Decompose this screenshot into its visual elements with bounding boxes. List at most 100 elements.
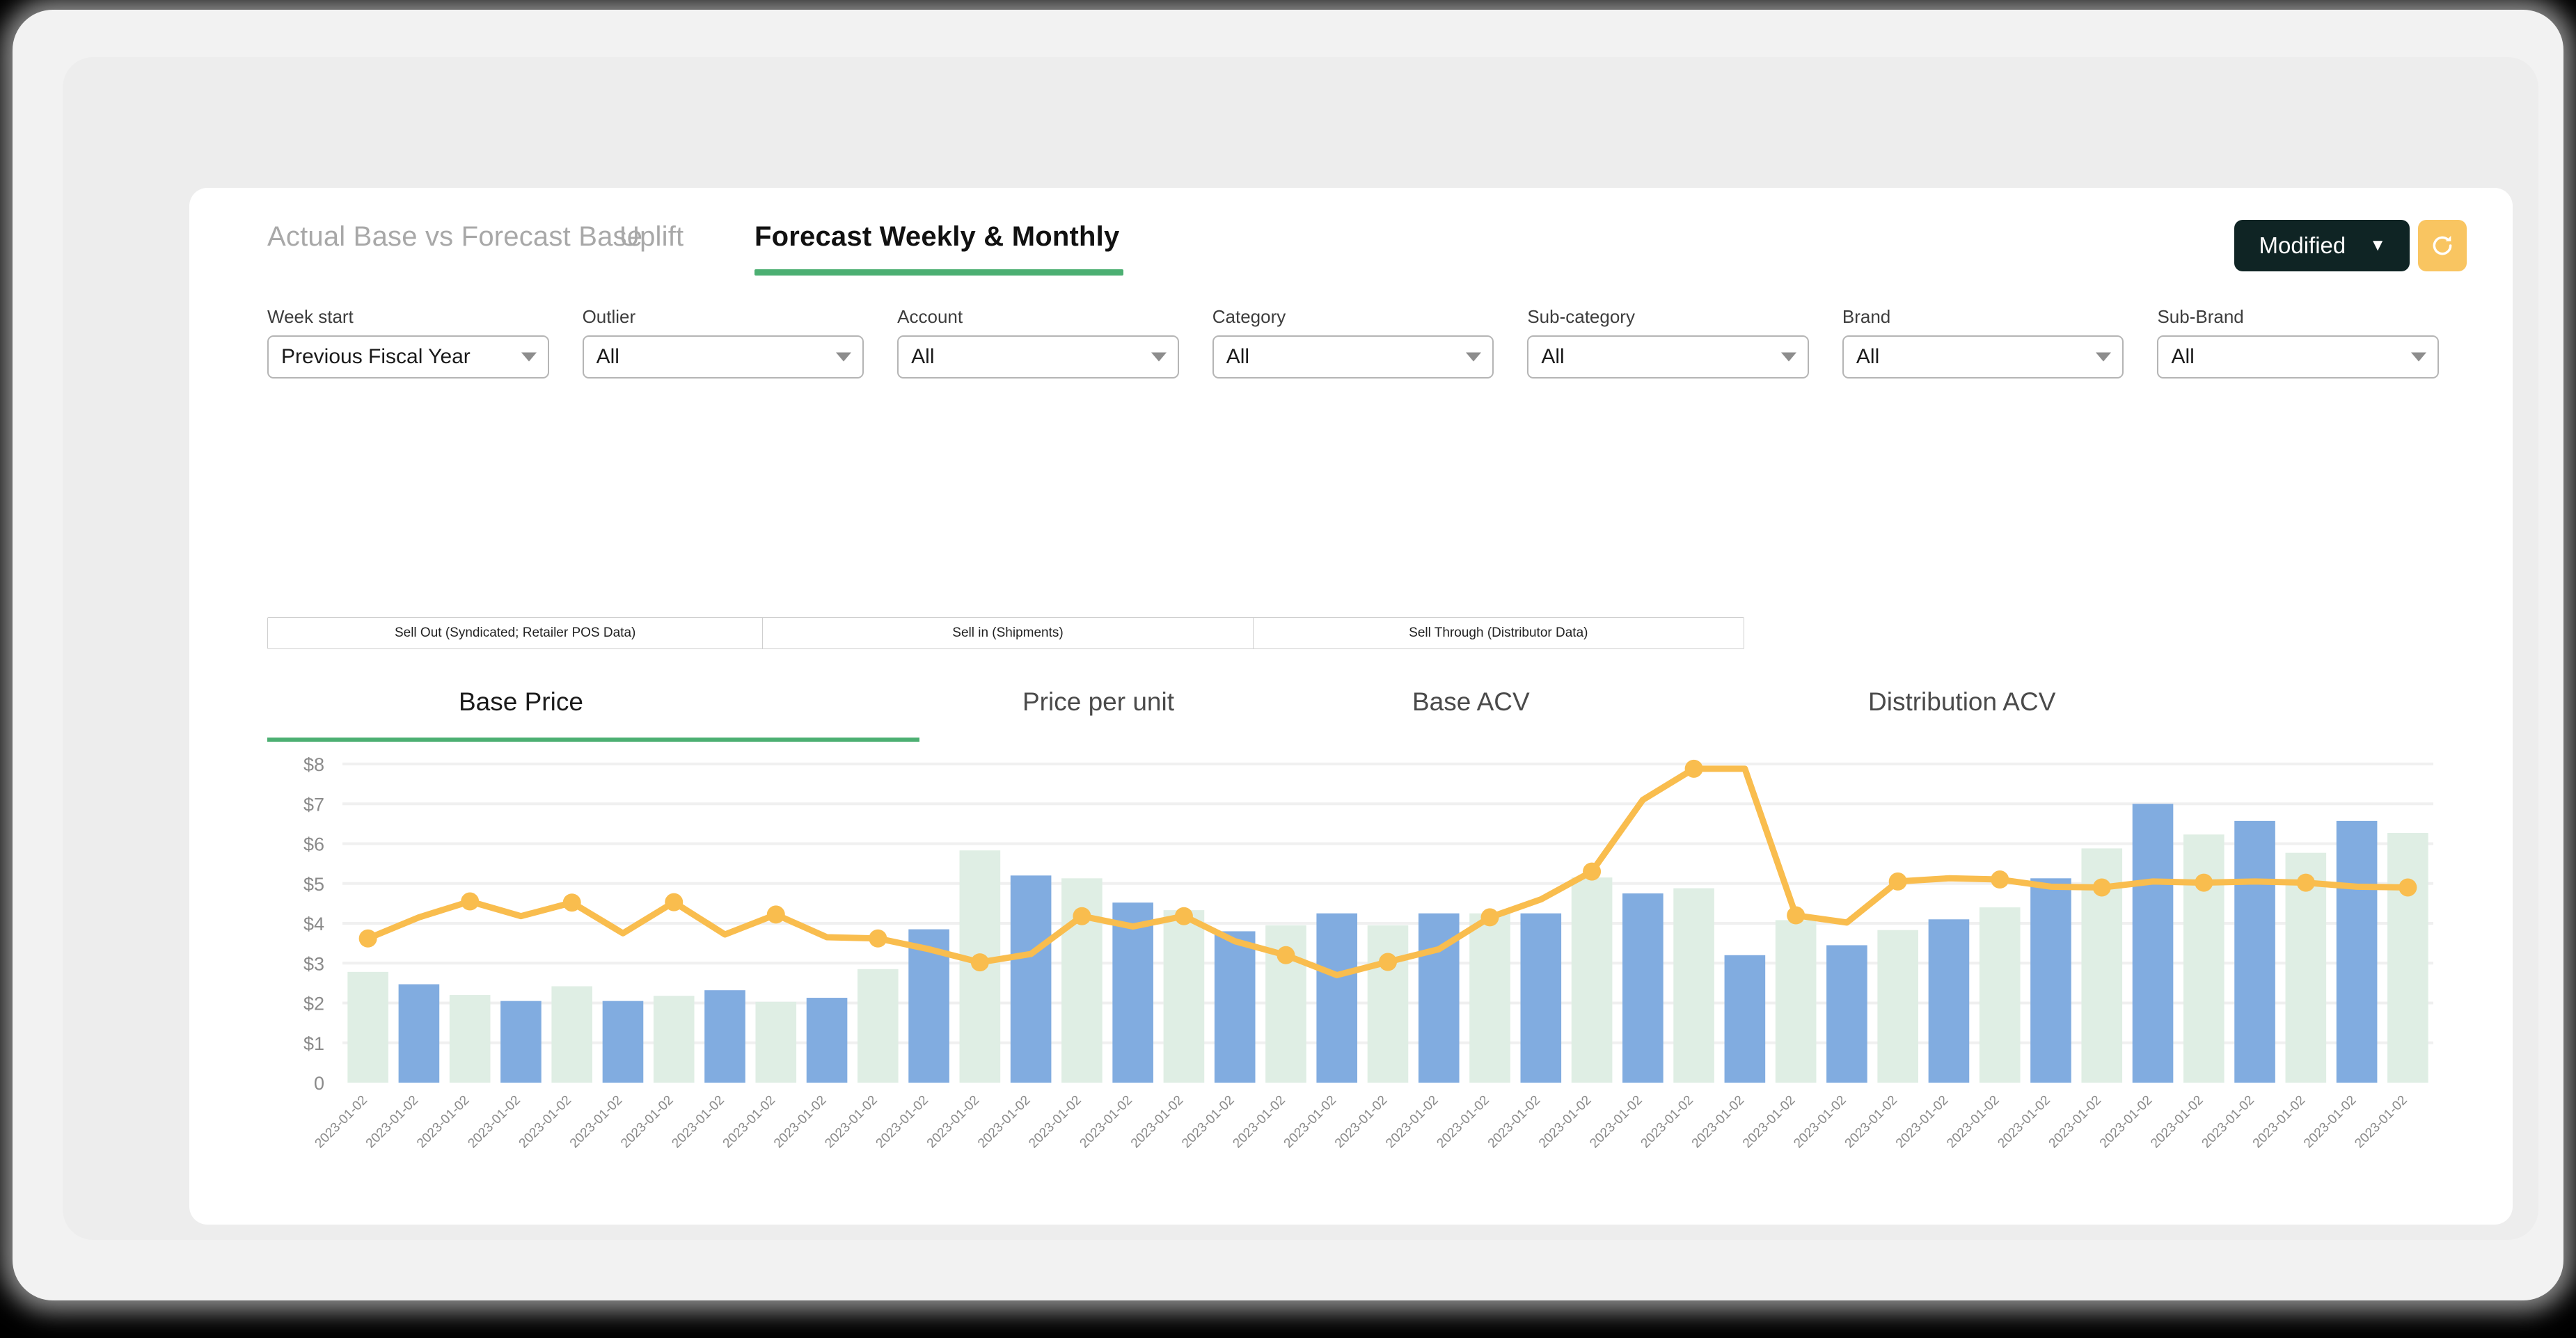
line-marker[interactable]	[562, 893, 581, 912]
line-marker[interactable]	[1888, 872, 1907, 891]
chart-bar[interactable]	[398, 984, 440, 1083]
line-marker[interactable]	[1073, 907, 1091, 925]
line-marker[interactable]	[461, 892, 480, 911]
chart-bar[interactable]	[1367, 925, 1409, 1083]
filter-value-brand: All	[1856, 345, 1880, 368]
x-tick-label: 2023-01-02	[2352, 1093, 2410, 1152]
line-marker[interactable]	[665, 893, 683, 911]
line-marker[interactable]	[766, 905, 785, 924]
chevron-down-icon	[521, 352, 537, 362]
filter-select-week-start[interactable]: Previous Fiscal Year	[267, 335, 549, 379]
line-marker[interactable]	[869, 929, 887, 948]
chart-bar[interactable]	[1163, 910, 1205, 1083]
chart-bar[interactable]	[653, 996, 695, 1083]
chart-bar[interactable]	[806, 998, 848, 1083]
chart-bar[interactable]	[1316, 913, 1358, 1083]
filter-select-outlier[interactable]: All	[582, 335, 864, 379]
line-marker[interactable]	[1787, 906, 1805, 925]
chevron-down-icon	[1151, 352, 1167, 362]
filter-label-category: Category	[1212, 306, 1286, 327]
metric-tab-base-acv[interactable]: Base ACV	[1412, 687, 1530, 717]
filter-select-account[interactable]: All	[897, 335, 1179, 379]
chart-bar[interactable]	[602, 1001, 644, 1083]
view-tab-actual-base-vs-forecast-base[interactable]: Actual Base vs Forecast Base	[267, 221, 642, 253]
chart-bar[interactable]	[1673, 888, 1714, 1083]
base-price-chart: 0 $1 $2 $3 $4 $5 $6 $7 $8 2023-01-02 2023-01-02 20…	[267, 757, 2439, 1188]
x-tick-label: 2023-01-02	[1995, 1093, 2053, 1152]
chart-bar[interactable]	[1010, 875, 1052, 1083]
chart-bar[interactable]	[1979, 907, 2021, 1083]
line-marker[interactable]	[1480, 908, 1499, 927]
line-marker[interactable]	[358, 929, 377, 948]
line-marker[interactable]	[2092, 878, 2111, 897]
x-tick-label: 2023-01-02	[567, 1093, 626, 1152]
chart-bar[interactable]	[858, 969, 899, 1083]
filter-sub-brand: Sub-Brand All	[2157, 306, 2440, 388]
x-tick-label: 2023-01-02	[1485, 1093, 1544, 1152]
y-tick-label: 0	[314, 1073, 324, 1094]
x-tick-label: 2023-01-02	[669, 1093, 727, 1152]
x-tick-label: 2023-01-02	[2148, 1093, 2206, 1152]
line-marker[interactable]	[1684, 759, 1703, 778]
x-tick-label: 2023-01-02	[1740, 1093, 1799, 1152]
refresh-button[interactable]	[2418, 220, 2467, 271]
line-marker[interactable]	[2195, 873, 2213, 892]
chart-bar[interactable]	[347, 971, 388, 1083]
chart-bar[interactable]	[1826, 945, 1867, 1083]
chart-bar[interactable]	[1469, 913, 1510, 1083]
segment-sell-through[interactable]: Sell Through (Distributor Data)	[1253, 618, 1744, 648]
line-marker[interactable]	[1277, 946, 1295, 964]
chart-bar[interactable]	[2336, 820, 2378, 1083]
view-tab-forecast-weekly-monthly[interactable]: Forecast Weekly & Monthly	[754, 221, 1119, 253]
chart-bar[interactable]	[551, 986, 593, 1083]
chart-bar[interactable]	[2234, 820, 2275, 1083]
view-tab-uplift[interactable]: Uplift	[619, 221, 683, 253]
segment-sell-in[interactable]: Sell in (Shipments)	[763, 618, 1254, 648]
chart-bar[interactable]	[1622, 893, 1664, 1083]
metric-tab-price-per-unit[interactable]: Price per unit	[1022, 687, 1174, 717]
filter-value-account: All	[911, 345, 935, 368]
x-tick-label: 2023-01-02	[1893, 1093, 1952, 1152]
line-marker[interactable]	[1991, 870, 2009, 889]
chart-bar[interactable]	[755, 1001, 797, 1083]
filter-value-sub-brand: All	[2171, 345, 2195, 368]
chart-bar[interactable]	[449, 995, 491, 1083]
chevron-down-icon: ▼	[2369, 236, 2386, 255]
line-marker[interactable]	[1583, 862, 1602, 881]
filter-select-brand[interactable]: All	[1842, 335, 2124, 379]
filter-select-category[interactable]: All	[1212, 335, 1494, 379]
y-tick-label: $2	[303, 994, 324, 1014]
chart-bar[interactable]	[2387, 833, 2428, 1083]
filter-select-sub-category[interactable]: All	[1527, 335, 1809, 379]
segment-sell-out[interactable]: Sell Out (Syndicated; Retailer POS Data)	[268, 618, 764, 648]
chart-bar[interactable]	[1877, 930, 1918, 1083]
chart-bar[interactable]	[1724, 955, 1766, 1083]
chart-bar[interactable]	[704, 990, 745, 1083]
chart-bar[interactable]	[2030, 878, 2071, 1083]
modified-dropdown-button[interactable]: Modified ▼	[2234, 220, 2410, 271]
line-marker[interactable]	[1174, 907, 1193, 925]
chart-bar[interactable]	[1775, 920, 1817, 1083]
chart-bar[interactable]	[1520, 913, 1562, 1083]
line-marker[interactable]	[970, 953, 989, 972]
line-marker[interactable]	[2296, 873, 2315, 892]
chart-bar[interactable]	[2132, 804, 2174, 1083]
chart-canvas: 0$1$2$3$4$5$6$7$8 2023-01-022023-01-0220…	[303, 757, 2433, 1152]
line-marker[interactable]	[1379, 953, 1397, 971]
y-tick-label: $6	[303, 834, 324, 855]
metric-tab-distribution-acv[interactable]: Distribution ACV	[1868, 687, 2055, 717]
y-tick-label: $3	[303, 953, 324, 974]
chart-bar[interactable]	[2183, 834, 2225, 1083]
filter-label-week-start: Week start	[267, 306, 354, 327]
x-tick-label: 2023-01-02	[771, 1093, 830, 1152]
chart-bar[interactable]	[1928, 919, 1970, 1083]
chart-bar[interactable]	[1214, 931, 1256, 1083]
line-marker[interactable]	[2399, 878, 2417, 897]
view-tab-bar: Actual Base vs Forecast Base Uplift Fore…	[189, 188, 2513, 278]
chart-bar[interactable]	[1571, 877, 1613, 1083]
x-tick-label: 2023-01-02	[924, 1093, 983, 1152]
chart-bar[interactable]	[500, 1001, 542, 1083]
x-tick-label: 2023-01-02	[313, 1093, 371, 1152]
metric-tab-base-price[interactable]: Base Price	[459, 687, 583, 717]
filter-select-sub-brand[interactable]: All	[2157, 335, 2440, 379]
